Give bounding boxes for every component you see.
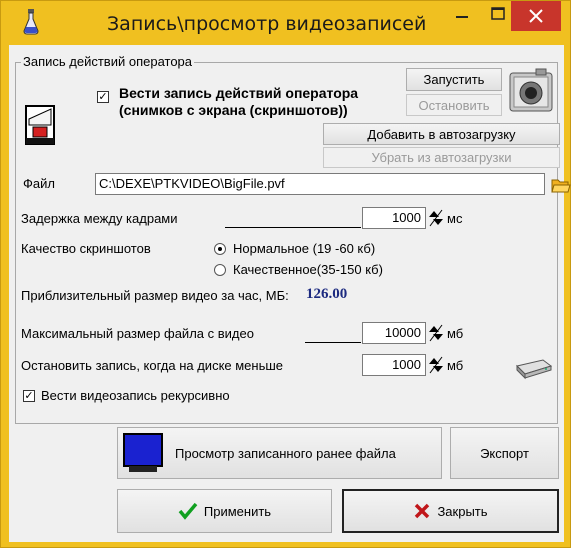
file-path-value: C:\DEXE\PTKVIDEO\BigFile.pvf (99, 176, 285, 191)
approx-size-value: 126.00 (306, 286, 348, 302)
approx-size-label: Приблизительный размер видео за час, МБ: (21, 288, 289, 303)
max-size-spinner-icon[interactable] (428, 323, 444, 343)
quality-label: Качество скриншотов (21, 241, 151, 256)
apply-label: Применить (203, 503, 272, 519)
max-size-unit: мб (447, 326, 464, 341)
monitor-icon (123, 433, 163, 472)
window-title: Запись\просмотр видеозаписей (107, 13, 427, 35)
disk-stop-label: Остановить запись, когда на диске меньше (21, 358, 284, 373)
quality-normal-radio[interactable] (214, 243, 226, 255)
file-label: Файл (23, 176, 55, 191)
record-label-line2: (снимков с экрана (скриншотов)) (119, 102, 348, 118)
minimize-icon (456, 16, 468, 18)
delay-underline (225, 227, 361, 228)
close-icon (529, 9, 543, 23)
max-size-value: 10000 (384, 325, 421, 340)
title-bar[interactable]: Запись\просмотр видеозаписей (1, 1, 570, 45)
disk-stop-unit: мб (447, 358, 464, 373)
recursive-label: Вести видеозапись рекурсивно (41, 388, 230, 403)
quality-high-label: Качественное(35-150 кб) (233, 262, 383, 277)
drive-icon (516, 359, 553, 380)
delay-label: Задержка между кадрами (21, 211, 178, 226)
maximize-button[interactable] (483, 1, 513, 31)
quality-normal-label: Нормальное (19 -60 кб) (233, 241, 376, 256)
minimize-button[interactable] (447, 1, 477, 31)
delay-spinner-icon[interactable] (428, 208, 444, 228)
operator-group-title: Запись действий оператора (21, 54, 195, 69)
delay-input[interactable]: 1000 (362, 207, 426, 229)
delay-unit: мс (447, 211, 463, 226)
max-size-label: Максимальный размер файла с видео (21, 326, 254, 341)
stop-button[interactable]: Остановить (406, 94, 502, 116)
export-button[interactable]: Экспорт (450, 427, 559, 479)
dialog-window: Запись\просмотр видеозаписей Запись дейс… (0, 0, 571, 548)
disk-stop-input[interactable]: 1000 (362, 354, 426, 376)
x-icon (415, 503, 430, 519)
close-window-button[interactable] (511, 1, 561, 31)
switch-icon[interactable] (25, 105, 55, 145)
close-label: Закрыть (437, 503, 488, 519)
checkmark-icon (178, 502, 198, 520)
view-recorded-file-button[interactable]: Просмотр записанного ранее файла (117, 427, 442, 479)
apply-button[interactable]: Применить (117, 489, 332, 533)
max-size-underline (305, 342, 361, 343)
record-operator-label: Вести запись действий оператора (снимков… (119, 85, 358, 119)
record-operator-checkbox[interactable]: ✓ (97, 91, 109, 103)
folder-icon[interactable] (551, 178, 571, 194)
add-autostart-button[interactable]: Добавить в автозагрузку (323, 123, 560, 145)
disk-stop-spinner-icon[interactable] (428, 355, 444, 375)
remove-autostart-button[interactable]: Убрать из автозагрузки (323, 147, 560, 168)
max-size-input[interactable]: 10000 (362, 322, 426, 344)
record-label-line1: Вести запись действий оператора (119, 85, 359, 101)
file-path-input[interactable]: C:\DEXE\PTKVIDEO\BigFile.pvf (95, 173, 545, 195)
close-button[interactable]: Закрыть (342, 489, 559, 533)
view-recorded-file-label: Просмотр записанного ранее файла (175, 445, 396, 461)
start-button[interactable]: Запустить (406, 68, 502, 91)
flask-icon (23, 9, 39, 35)
quality-high-radio[interactable] (214, 264, 226, 276)
recursive-checkbox[interactable]: ✓ (23, 390, 35, 402)
camera-icon (509, 68, 553, 112)
delay-value: 1000 (392, 210, 421, 225)
maximize-icon (491, 7, 505, 20)
disk-stop-value: 1000 (392, 357, 421, 372)
